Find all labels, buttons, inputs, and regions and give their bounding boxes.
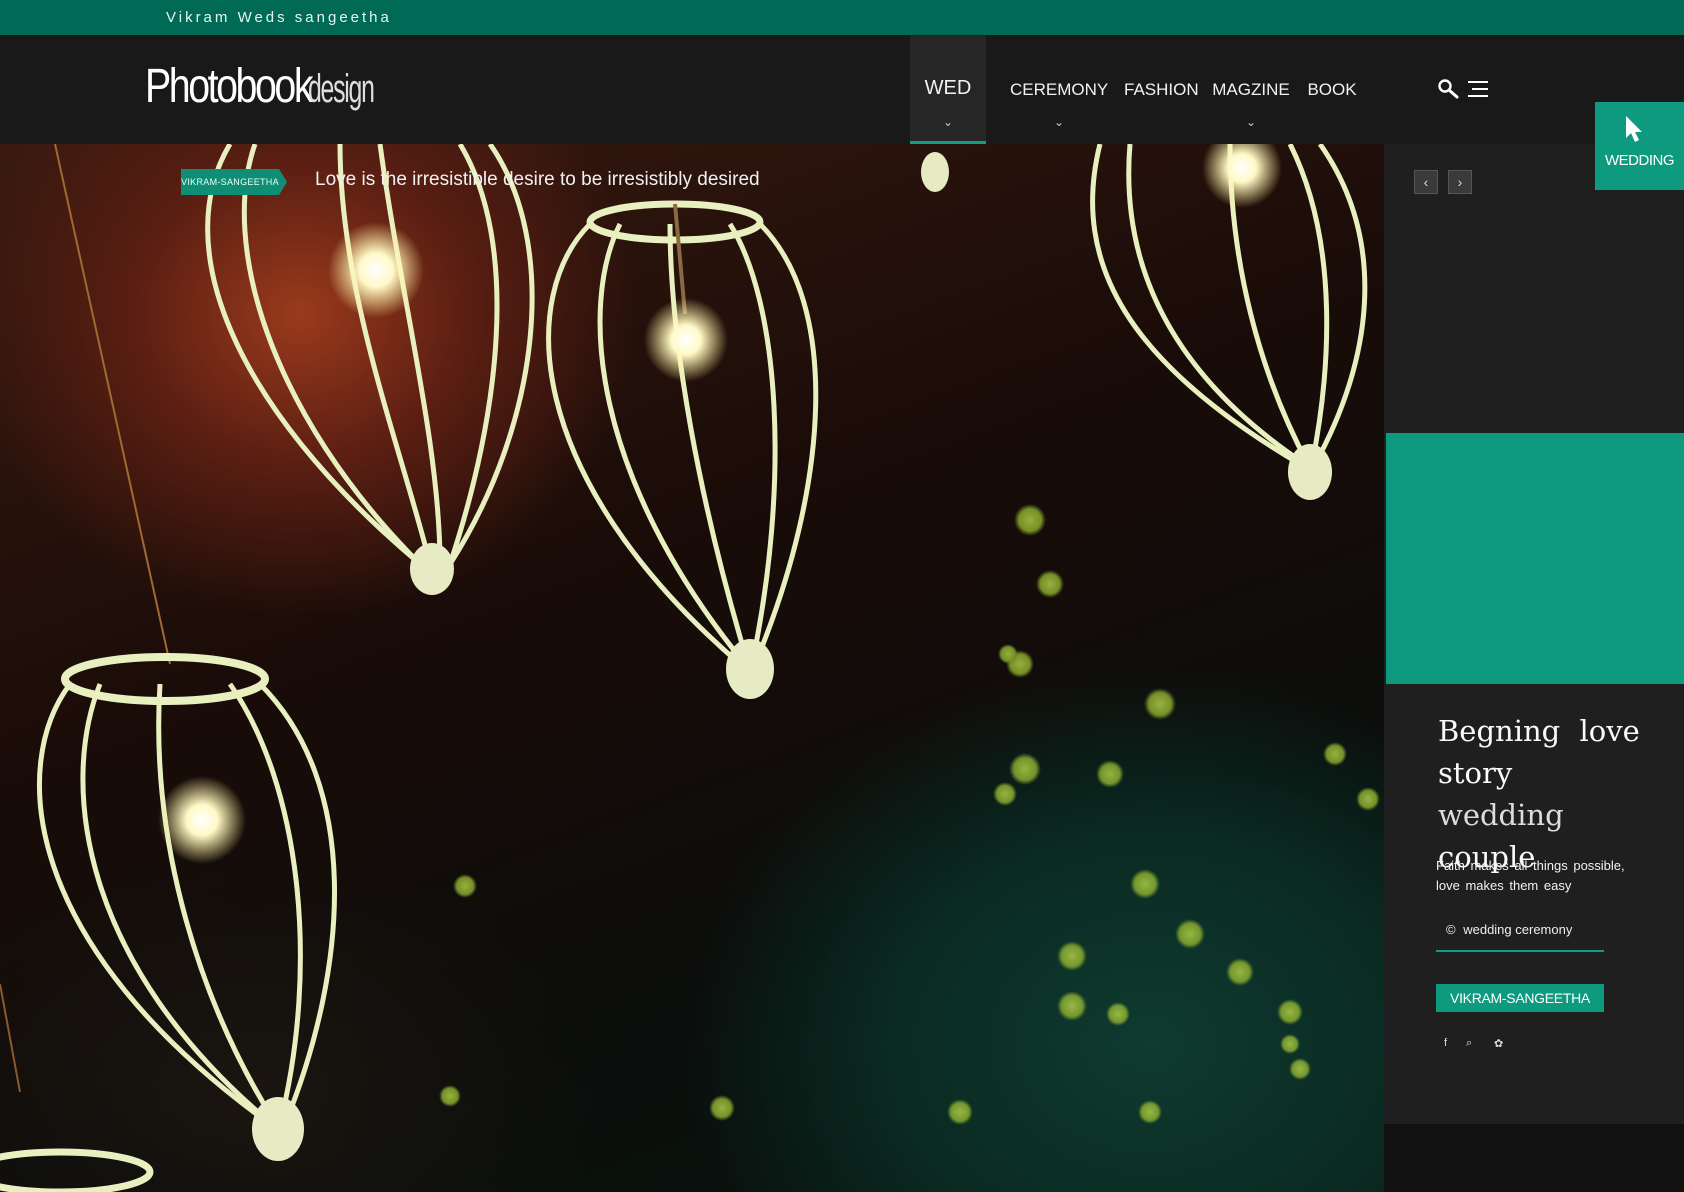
title-word: story <box>1438 756 1513 790</box>
wedding-badge[interactable]: WEDDING <box>1595 102 1684 190</box>
lanterns-illustration <box>0 144 1380 1192</box>
nav-item-magazine[interactable]: MAGZINE ⌄ <box>1212 35 1290 144</box>
ceremony-link[interactable]: © wedding ceremony <box>1436 922 1604 952</box>
slider-prev-button[interactable]: ‹ <box>1414 170 1438 194</box>
slider-next-button[interactable]: › <box>1448 170 1472 194</box>
search-social-icon[interactable]: ⌕ <box>1466 1037 1472 1050</box>
chevron-down-icon: ⌄ <box>1053 115 1065 129</box>
title-word: love <box>1579 714 1640 748</box>
sidebar-subtitle: Faith makes all things possible, love ma… <box>1436 858 1625 893</box>
logo-sub-text: design <box>307 67 375 111</box>
hero-quote: Love is the irresistible desire to be ir… <box>315 169 760 190</box>
nav-label: FASHION <box>1124 80 1199 99</box>
nav-label: BOOK <box>1307 80 1357 99</box>
search-icon[interactable] <box>1437 78 1459 100</box>
ceremony-label: wedding ceremony <box>1463 922 1573 937</box>
nav-item-ceremony[interactable]: CEREMONY ⌄ <box>1010 35 1108 144</box>
nav-label: CEREMONY <box>1010 80 1109 99</box>
flower-icon[interactable]: ✿ <box>1494 1037 1503 1050</box>
site-header: Photobook design WED ⌄ CEREMONY ⌄ FASHIO… <box>0 35 1684 144</box>
site-logo[interactable]: Photobook design <box>145 59 414 114</box>
nav-item-book[interactable]: BOOK <box>1306 35 1358 144</box>
teal-feature-block <box>1386 433 1684 684</box>
couple-names: Vikram Weds sangeetha <box>166 9 392 26</box>
nav-label: WED <box>924 77 972 99</box>
top-bar: Vikram Weds sangeetha <box>0 0 1684 35</box>
chevron-down-icon: ⌄ <box>1245 115 1257 129</box>
logo-main-text: Photobook <box>145 60 314 113</box>
nav-label: MAGZINE <box>1212 80 1290 99</box>
wedding-badge-label: WEDDING <box>1605 152 1675 169</box>
menu-icon[interactable] <box>1466 79 1490 99</box>
title-word: wedding <box>1438 798 1564 832</box>
nav-item-fashion[interactable]: FASHION <box>1124 35 1199 144</box>
hero-tag[interactable]: VIKRAM-SANGEETHA <box>181 169 287 195</box>
copyright-icon: © <box>1446 922 1456 937</box>
hero-image <box>0 144 1384 1192</box>
chevron-down-icon: ⌄ <box>942 115 954 129</box>
sidebar-title: Begning love story wedding couple <box>1438 710 1648 878</box>
cursor-icon <box>1626 116 1642 142</box>
nav-item-wed[interactable]: WED ⌄ <box>910 35 986 144</box>
facebook-icon[interactable]: f <box>1444 1037 1447 1049</box>
couple-button[interactable]: VIKRAM-SANGEETHA <box>1436 984 1604 1012</box>
title-word: Begning <box>1438 714 1561 748</box>
sidebar-panel: ‹ › Begning love story wedding couple Fa… <box>1384 144 1684 1124</box>
